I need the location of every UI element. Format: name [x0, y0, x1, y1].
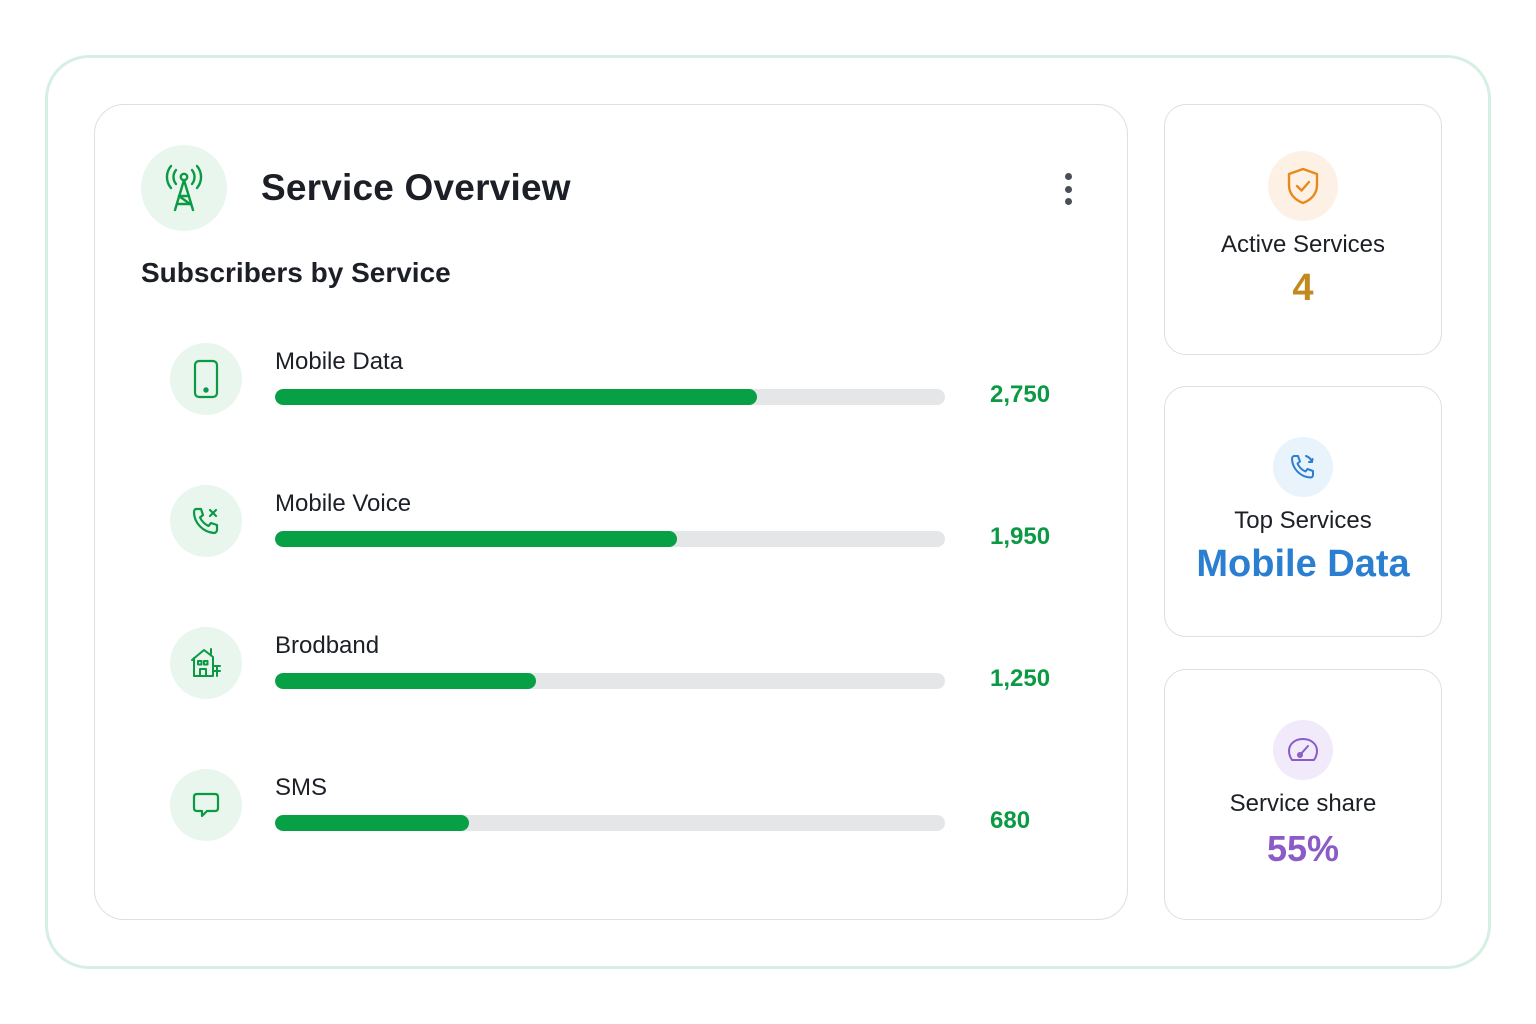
kebab-menu-icon[interactable]: [1053, 169, 1083, 209]
smartphone-icon: [170, 343, 242, 415]
service-value: 680: [990, 807, 1031, 834]
service-share-card: Service share 55%: [1164, 669, 1442, 920]
stat-value: Mobile Data: [1196, 543, 1410, 585]
service-value: 1,250: [990, 665, 1051, 692]
message-icon: [170, 769, 242, 841]
building-icon: [170, 627, 242, 699]
top-services-card: Top Services Mobile Data: [1164, 386, 1442, 637]
service-label: Mobile Data: [275, 348, 404, 375]
progress-fill: [275, 531, 677, 547]
section-title: Subscribers by Service: [141, 257, 451, 288]
progress-track: [275, 673, 945, 689]
service-label: SMS: [275, 774, 328, 801]
gauge-icon: [1273, 720, 1333, 780]
stat-label: Active Services: [1220, 231, 1386, 258]
progress-track: [275, 531, 945, 547]
active-services-card: Active Services 4: [1164, 104, 1442, 355]
stat-label: Service share: [1229, 790, 1377, 817]
service-overview-card: Service Overview Subscribers by Service …: [94, 104, 1128, 920]
service-value: 2,750: [990, 381, 1051, 408]
stat-label: Top Services: [1234, 507, 1372, 534]
service-row-mobile-voice: Mobile Voice 1,950: [95, 485, 1127, 557]
stat-value: 4: [1292, 267, 1314, 309]
stat-value: 55%: [1266, 828, 1340, 869]
service-label: Mobile Voice: [275, 490, 412, 517]
cell-tower-icon: [141, 145, 227, 231]
progress-fill: [275, 673, 537, 689]
phone-forward-icon: [1273, 437, 1333, 497]
progress-fill: [275, 389, 758, 405]
phone-missed-icon: [170, 485, 242, 557]
progress-fill: [275, 815, 470, 831]
service-row-brodband: Brodband 1,250: [95, 627, 1127, 699]
service-row-mobile-data: Mobile Data 2,750: [95, 343, 1127, 415]
service-row-sms: SMS 680: [95, 769, 1127, 841]
progress-track: [275, 815, 945, 831]
progress-track: [275, 389, 945, 405]
service-value: 1,950: [990, 523, 1051, 550]
page-title: Service Overview: [261, 167, 571, 208]
service-label: Brodband: [275, 632, 380, 659]
shield-check-icon: [1268, 151, 1338, 221]
